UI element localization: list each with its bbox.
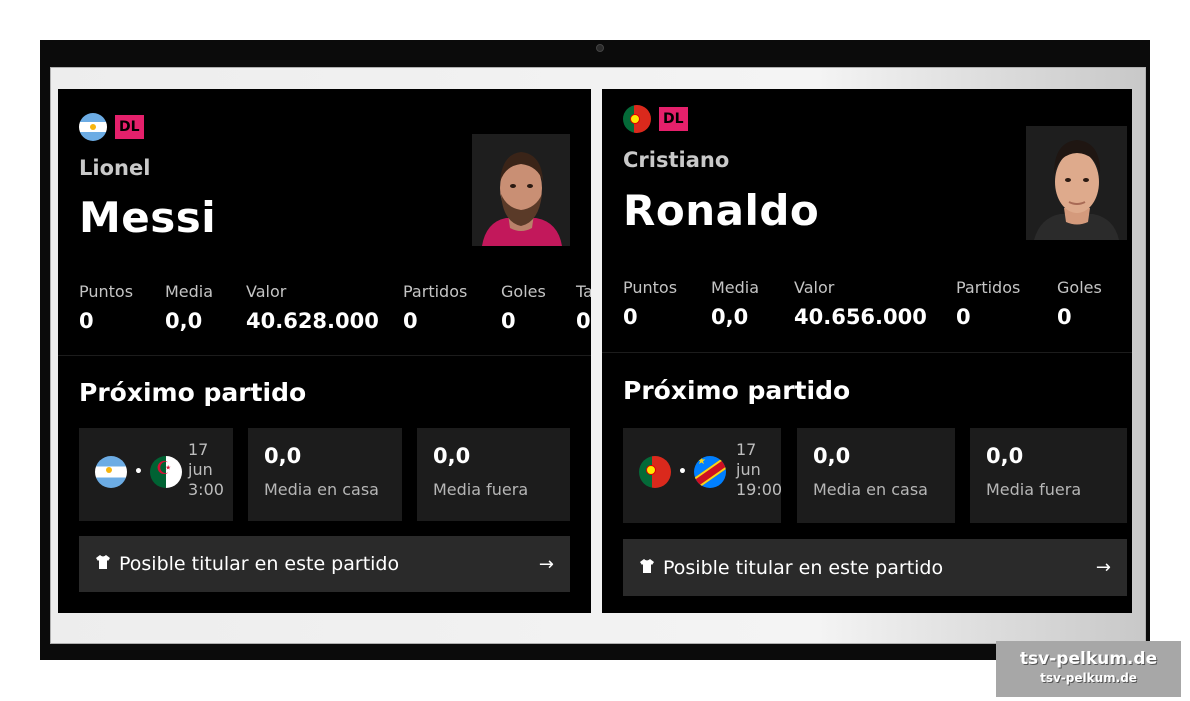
stat-value: 0,0 [711,305,749,329]
match-separator: • [678,464,687,480]
stat-value: 0 [79,309,94,333]
stat-label: Media [165,282,214,301]
home-average-label: Media en casa [264,480,379,499]
ronaldo-portrait-icon [1026,126,1127,240]
home-average-tile: 0,0 Media en casa [248,428,402,521]
stat-label: Partidos [956,278,1021,297]
stat-value: 40.628.000 [246,309,379,333]
match-time: 19:00 [736,480,783,499]
stat-value: 0 [1057,305,1072,329]
stat-media: Media 0,0 [165,282,213,333]
player-last-name: Ronaldo [623,186,820,235]
watermark-sub: tsv-pelkum.de [1040,671,1137,685]
stat-value: 0 [623,305,638,329]
player-badges: DL [623,105,688,133]
match-teams: • [639,456,726,488]
stat-label: Ta [576,282,591,301]
position-badge: DL [115,115,144,139]
stat-valor: Valor 40.656.000 [794,278,927,329]
tablet-screen: DL Lionel Messi Puntos 0 Media 0,0 Valor… [50,67,1146,644]
possible-starter-label: Posible titular en este partido [663,556,944,579]
next-match-title: Próximo partido [623,376,851,405]
player-badges: DL [79,113,144,141]
match-date: 17 jun 3:00 [188,440,224,500]
argentina-flag-icon [95,456,127,488]
player-photo [472,134,570,246]
away-average-tile: 0,0 Media fuera [417,428,570,521]
stat-label: Valor [794,278,835,297]
match-month: jun [736,460,761,479]
dr-congo-flag-icon [693,456,726,488]
divider [602,352,1132,353]
player-last-name: Messi [79,193,217,242]
stat-label: Puntos [79,282,134,301]
camera-icon [596,44,604,52]
away-average-label: Media fuera [986,480,1082,499]
algeria-flag-icon [149,456,182,488]
arrow-right-icon: → [538,553,554,575]
stat-label: Puntos [623,278,678,297]
position-badge: DL [659,107,688,131]
home-average-tile: 0,0 Media en casa [797,428,955,523]
stat-value: 0 [576,309,591,333]
player-stats: Puntos 0 Media 0,0 Valor 40.656.000 Part… [623,278,1132,348]
match-teams: • [95,456,182,488]
stat-value: 0 [501,309,516,333]
stat-goles: Goles 0 [1057,278,1102,329]
away-average-value: 0,0 [433,444,471,468]
stat-label: Media [711,278,760,297]
portugal-flag-icon [639,456,671,488]
stat-partidos: Partidos 0 [956,278,1020,329]
away-average-tile: 0,0 Media fuera [970,428,1127,523]
possible-starter-button[interactable]: Posible titular en este partido → [623,539,1127,596]
stat-puntos: Puntos 0 [79,282,133,333]
watermark: tsv-pelkum.de tsv-pelkum.de [996,641,1181,697]
match-tile[interactable]: • 17 jun 19:00 [623,428,782,523]
possible-starter-label: Posible titular en este partido [119,553,400,575]
stat-value: 0 [403,309,418,333]
player-card-ronaldo[interactable]: DL Cristiano Ronaldo Puntos 0 Media 0,0 … [602,89,1132,613]
home-average-value: 0,0 [264,444,302,468]
next-match-title: Próximo partido [79,378,307,407]
home-average-label: Media en casa [813,480,928,499]
player-first-name: Lionel [79,156,151,180]
argentina-flag-icon [79,113,107,141]
stat-label: Partidos [403,282,468,301]
match-time: 3:00 [188,480,224,499]
stat-label: Valor [246,282,287,301]
stat-goles: Goles 0 [501,282,546,333]
stat-label: Goles [1057,278,1102,297]
match-day: 17 [188,440,209,459]
possible-starter-button[interactable]: Posible titular en este partido → [79,536,570,592]
match-day: 17 [736,440,757,459]
match-month: jun [188,460,213,479]
portugal-flag-icon [623,105,651,133]
player-first-name: Cristiano [623,148,730,172]
player-card-messi[interactable]: DL Lionel Messi Puntos 0 Media 0,0 Valor… [58,89,591,613]
stat-valor: Valor 40.628.000 [246,282,379,333]
player-stats: Puntos 0 Media 0,0 Valor 40.628.000 Part… [79,282,591,352]
messi-portrait-icon [472,134,570,246]
match-separator: • [134,464,143,480]
home-average-value: 0,0 [813,444,851,468]
match-tile[interactable]: • 17 jun 3:00 [79,428,233,521]
arrow-right-icon: → [1095,557,1111,578]
watermark-main: tsv-pelkum.de [1019,649,1158,669]
stat-truncated: Ta 0 [576,282,591,333]
match-date: 17 jun 19:00 [736,440,782,500]
away-average-value: 0,0 [986,444,1024,468]
stat-label: Goles [501,282,546,301]
stat-value: 0 [956,305,971,329]
shirt-icon [95,554,111,574]
shirt-icon [639,558,655,578]
away-average-label: Media fuera [433,480,529,499]
stat-media: Media 0,0 [711,278,759,329]
stat-partidos: Partidos 0 [403,282,467,333]
stat-value: 40.656.000 [794,305,927,329]
player-photo [1026,126,1127,240]
stat-value: 0,0 [165,309,203,333]
tablet-device: DL Lionel Messi Puntos 0 Media 0,0 Valor… [40,40,1150,660]
divider [58,355,591,356]
stat-puntos: Puntos 0 [623,278,677,329]
